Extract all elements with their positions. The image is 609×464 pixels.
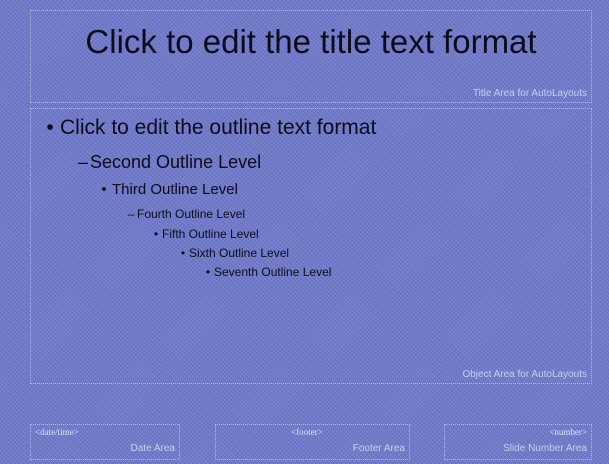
outline-bullet: • (153, 227, 159, 241)
outline-level-text: Second Outline Level (90, 152, 262, 172)
date-area-label: Date Area (130, 443, 175, 454)
outline-bullet: • (101, 181, 107, 198)
outline-level-6[interactable]: • Sixth Outline Level (177, 246, 289, 260)
outline-level-4[interactable]: – Fourth Outline Level (125, 207, 245, 221)
outline-level-text: Sixth Outline Level (189, 246, 290, 260)
date-placeholder: <date/time> (35, 427, 79, 437)
outline-level-3[interactable]: • Third Outline Level (96, 181, 238, 198)
outline-level-2[interactable]: – Second Outline Level (76, 152, 261, 173)
outline-level-5[interactable]: • Fifth Outline Level (150, 227, 259, 241)
outline-level-text: Fourth Outline Level (137, 207, 246, 221)
outline-level-text: Seventh Outline Level (214, 265, 332, 279)
outline-level-7[interactable]: • Seventh Outline Level (202, 265, 332, 279)
outline-level-text: Click to edit the outline text format (60, 116, 377, 139)
footer-area-label: Footer Area (352, 443, 405, 454)
outline-level-1[interactable]: • Click to edit the outline text format (40, 116, 376, 140)
number-placeholder: <number> (549, 427, 587, 437)
slide-number-area[interactable]: <number> Slide Number Area (444, 424, 592, 460)
outline-bullet: – (77, 152, 88, 172)
outline-bullet: • (180, 246, 186, 260)
footer-area[interactable]: <footer> Footer Area (215, 424, 410, 460)
slide-number-area-label: Slide Number Area (503, 443, 587, 454)
outline-level-text: Fifth Outline Level (162, 227, 259, 241)
outline-bullet: – (127, 207, 135, 221)
date-area[interactable]: <date/time> Date Area (30, 424, 180, 460)
outline-bullet: • (46, 116, 54, 139)
footer-placeholder: <footer> (291, 427, 323, 437)
outline-bullet: • (205, 265, 211, 279)
outline-text: • Click to edit the outline text format … (0, 0, 609, 464)
outline-level-text: Third Outline Level (112, 181, 238, 198)
slide-canvas[interactable]: Click to edit the title text format Titl… (0, 0, 609, 464)
